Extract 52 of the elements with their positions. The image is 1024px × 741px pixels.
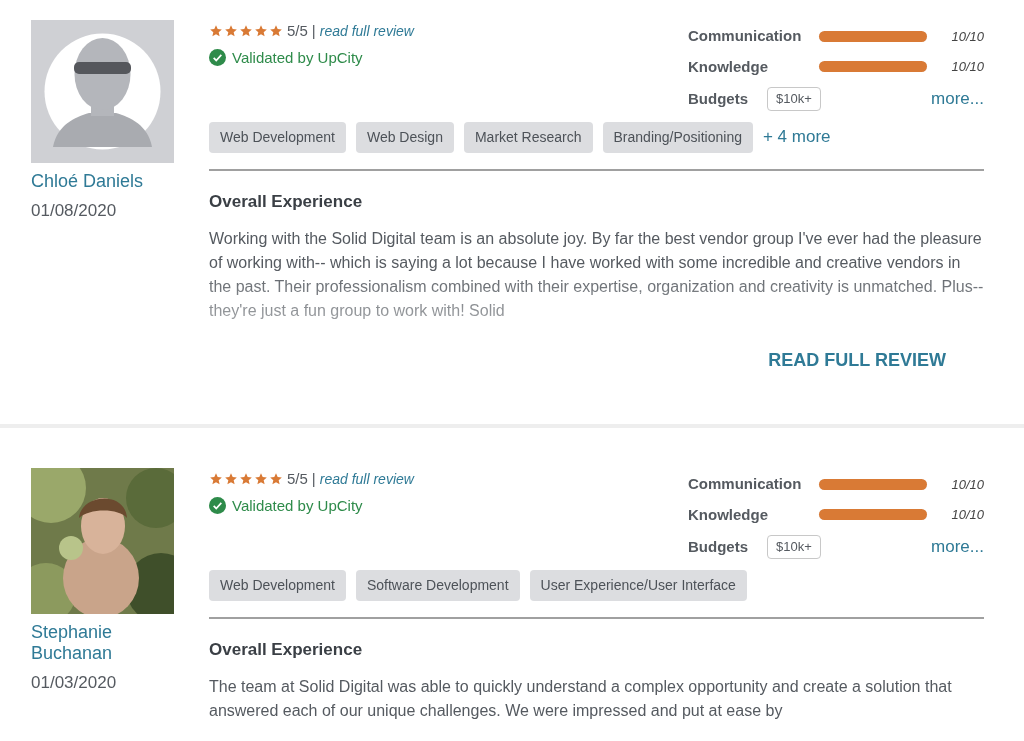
star-icon — [224, 472, 238, 487]
budget-tag: $10k+ — [767, 87, 821, 111]
service-tag: Software Development — [355, 569, 520, 601]
read-full-review-link[interactable]: read full review — [319, 468, 414, 490]
service-tag: Market Research — [463, 121, 593, 153]
star-icon — [239, 24, 253, 39]
separator-text: | — [311, 21, 316, 41]
review-text: The team at Solid Digital was able to quickly understand a complex opportunity and create a solution that answered each of our unique challenges. We were impressed and put at ease by — [209, 677, 953, 721]
star-icon — [254, 24, 268, 39]
service-tag: User Experience/User Interface — [529, 569, 747, 601]
service-tag: Web Design — [355, 121, 454, 153]
separator-text: | — [311, 469, 316, 489]
rating-reading: 10/10 — [951, 58, 984, 76]
star-icon — [209, 472, 223, 487]
review-date: 01/08/2020 — [31, 200, 118, 222]
rating-label: Knowledge — [688, 504, 769, 525]
reviewer-name[interactable]: Chloé Daniels — [31, 171, 151, 192]
star-icon — [254, 472, 268, 487]
budgets-label: Budgets — [688, 88, 749, 109]
more-tags-link[interactable]: + 4 more — [762, 124, 831, 150]
read-full-review-link[interactable]: read full review — [319, 20, 414, 42]
avatar-silhouette-icon — [31, 20, 174, 163]
service-tag: Web Development — [209, 121, 346, 153]
check-circle-icon — [209, 497, 226, 515]
star-icon — [209, 24, 223, 39]
service-tag: Web Development — [209, 569, 346, 601]
validated-label: Validated by UpCity — [232, 495, 363, 516]
budgets-label: Budgets — [688, 536, 749, 557]
review-date: 01/03/2020 — [31, 672, 118, 694]
rating-score: 5/5 — [287, 21, 308, 41]
rating-reading: 10/10 — [951, 475, 984, 494]
rating-label: Knowledge — [688, 56, 769, 77]
section-title: Overall Experience — [209, 190, 364, 213]
validated-label: Validated by UpCity — [232, 47, 363, 68]
star-icon — [269, 24, 283, 39]
rating-score: 5/5 — [287, 469, 308, 489]
more-link[interactable]: more... — [931, 534, 984, 560]
star-icon — [239, 472, 253, 487]
star-icon — [269, 472, 283, 487]
rating-reading: 10/10 — [951, 506, 984, 524]
rating-label: Communication — [688, 474, 803, 494]
review-text: Working with the Solid Digital team is an absolute joy. By far the best vendor group I've ever had the pleasure of working with-- which is saying a lot because I have worked with some incredible and creative vendors in the past. Their professionalism combined with their expertise, organization and creativity is unmatched. Plus-- they're just a fun group to work with! Solid — [209, 229, 984, 321]
check-circle-icon — [209, 49, 226, 67]
rating-label: Communication — [688, 26, 803, 46]
section-title: Overall Experience — [209, 638, 364, 661]
service-tag: Branding/Positioning — [602, 121, 753, 153]
more-link[interactable]: more... — [931, 86, 984, 112]
reviewer-name[interactable]: Stephanie Buchanan — [31, 622, 151, 664]
rating-reading: 10/10 — [951, 27, 984, 46]
read-full-review-button[interactable]: READ FULL REVIEW — [768, 347, 946, 374]
budget-tag: $10k+ — [767, 535, 821, 559]
star-icon — [224, 24, 238, 39]
